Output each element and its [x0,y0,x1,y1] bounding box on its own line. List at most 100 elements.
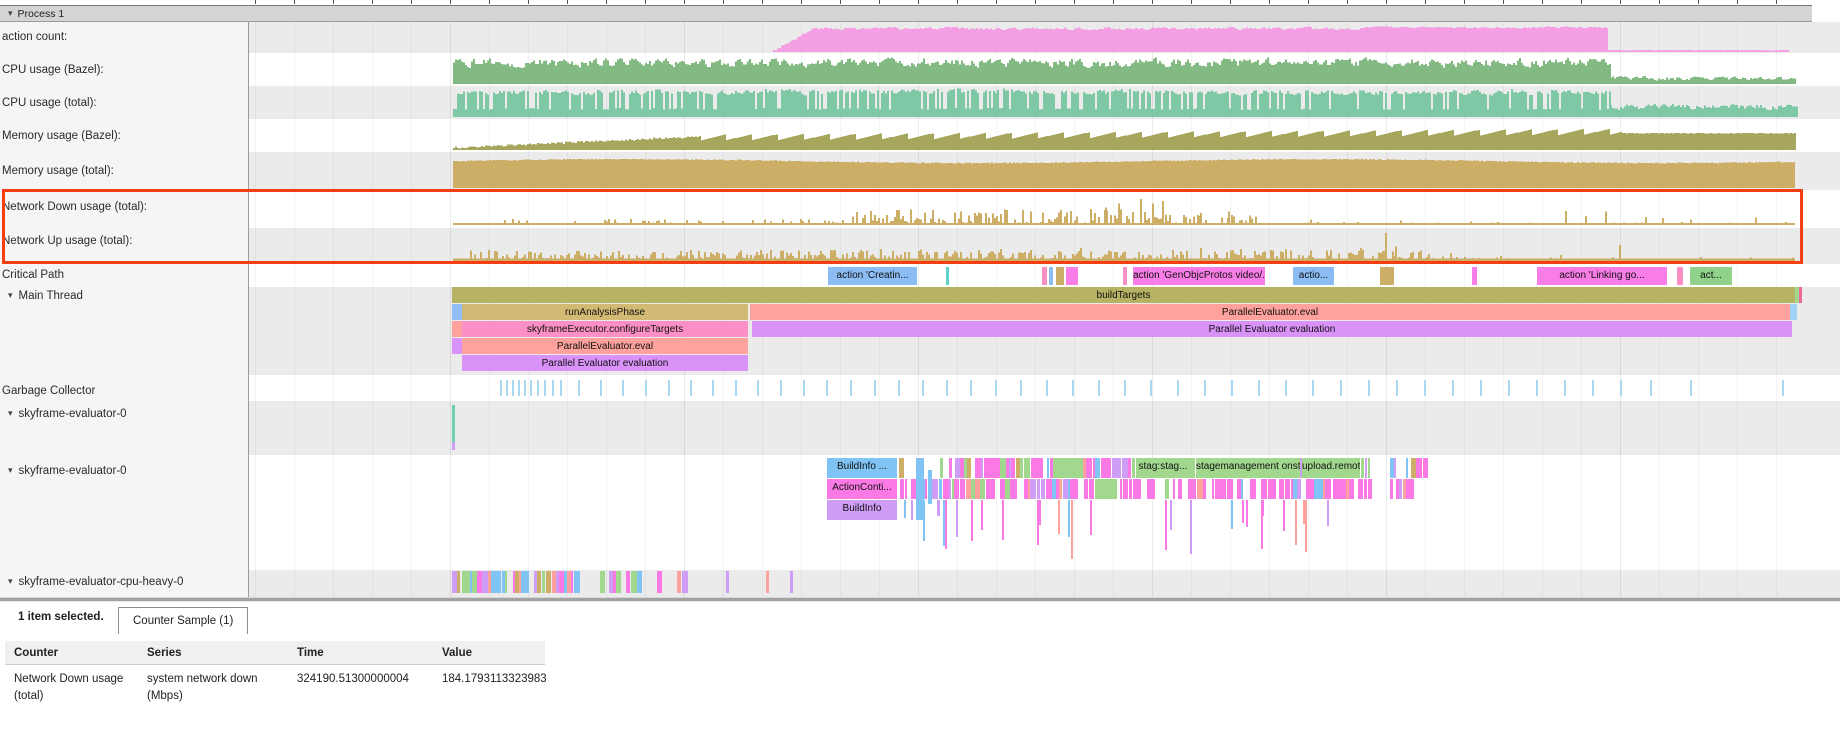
thicket-slice[interactable] [991,479,995,499]
thicket-slice[interactable] [1178,479,1182,499]
skyframe-slice[interactable]: BuildInfo ... [827,458,897,478]
gc-tick[interactable] [1368,380,1370,396]
main-thread-slice[interactable] [452,321,462,337]
track-header-skyframe-0a[interactable]: ▾skyframe-evaluator-0 [8,406,127,421]
thicket-slice[interactable] [932,479,938,499]
gc-tick[interactable] [898,380,900,396]
thicket-slice[interactable] [1084,479,1088,499]
gc-tick[interactable] [1396,380,1398,396]
thicket-slice[interactable] [1394,458,1396,478]
thicket-slice[interactable] [1390,479,1393,499]
thicket-slice[interactable] [546,571,551,593]
thicket-slice[interactable] [1014,479,1017,499]
skyframe-slice[interactable] [452,442,455,450]
skyframe-slice[interactable] [1095,479,1113,499]
thicket-slice[interactable] [967,458,971,478]
gc-tick[interactable] [690,380,692,396]
thicket-slice[interactable] [574,571,580,593]
thicket-slice[interactable] [1358,479,1363,499]
main-thread-slice[interactable]: ParallelEvaluator.eval [462,338,748,354]
main-thread-slice[interactable]: ParallelEvaluator.eval [750,304,1790,320]
gc-tick[interactable] [712,380,714,396]
thicket-slice[interactable] [1212,479,1214,499]
track-header-main-thread[interactable]: ▾Main Thread [8,288,83,303]
collapse-arrow-icon[interactable]: ▾ [8,574,13,588]
dropline[interactable] [1261,500,1263,549]
thicket-slice[interactable] [900,479,904,499]
tab-counter-sample[interactable]: Counter Sample (1) [118,607,248,634]
thicket-slice[interactable] [981,458,983,478]
thicket-slice[interactable] [1191,479,1196,499]
thicket-slice[interactable] [1203,479,1206,499]
dropline[interactable] [1039,500,1041,525]
thicket-slice[interactable] [1030,479,1036,499]
main-thread-slice[interactable] [452,338,462,354]
thicket-slice[interactable] [1089,479,1094,499]
gc-tick[interactable] [803,380,805,396]
critical-path-slice[interactable]: action 'Linking go... [1537,267,1667,285]
thicket-slice[interactable] [626,571,630,593]
thicket-slice[interactable] [1165,479,1169,499]
thicket-slice[interactable] [571,571,573,593]
gc-tick[interactable] [500,380,502,396]
gc-tick[interactable] [735,380,737,396]
thicket-slice[interactable] [1024,458,1030,478]
gc-tick[interactable] [780,380,782,396]
track-header-cpu-heavy[interactable]: ▾skyframe-evaluator-cpu-heavy-0 [8,574,183,589]
thicket-slice[interactable] [1352,479,1354,499]
skyframe-slice[interactable] [937,500,940,516]
gc-tick[interactable] [512,380,514,396]
dropline[interactable] [923,500,925,541]
gc-tick[interactable] [1046,380,1048,396]
thicket-slice[interactable] [1368,479,1372,499]
gc-tick[interactable] [668,380,670,396]
main-thread-slice[interactable]: Parallel Evaluator evaluation [462,355,748,371]
gc-tick[interactable] [1204,380,1206,396]
thicket-slice[interactable] [677,571,681,593]
thicket-slice[interactable] [1279,479,1284,499]
thicket-slice[interactable] [525,571,529,593]
panel-separator[interactable] [0,597,1840,602]
gc-tick[interactable] [1098,380,1100,396]
skyframe-slice[interactable]: upload.remot... [1302,458,1360,478]
dropline[interactable] [1058,500,1060,534]
thicket-slice[interactable] [657,571,662,593]
dropline[interactable] [971,500,973,541]
gc-tick[interactable] [1312,380,1314,396]
thicket-slice[interactable] [1129,479,1132,499]
gc-tick[interactable] [1620,380,1622,396]
thicket-slice[interactable] [495,571,501,593]
thicket-slice[interactable] [1263,479,1267,499]
gc-tick[interactable] [622,380,624,396]
gc-tick[interactable] [600,380,602,396]
dropline[interactable] [1068,500,1070,537]
thicket-slice[interactable] [1011,458,1015,478]
gc-tick[interactable] [850,380,852,396]
thicket-slice[interactable] [1047,458,1049,478]
main-thread-slice[interactable]: Parallel Evaluator evaluation [752,321,1792,337]
gc-tick[interactable] [524,380,526,396]
critical-path-slice[interactable]: action 'Creatin... [828,267,917,285]
gc-tick[interactable] [552,380,554,396]
skyframe-slice[interactable] [1053,458,1083,478]
thicket-slice[interactable] [1250,479,1256,499]
skyframe-slice[interactable]: stag:stag... [1136,458,1190,478]
critical-path-slice[interactable] [1049,267,1053,285]
thicket-slice[interactable] [1406,458,1408,478]
thicket-slice[interactable] [766,571,769,593]
collapse-arrow-icon[interactable]: ▾ [8,406,13,420]
dropline[interactable] [1295,500,1297,545]
skyframe-slice[interactable]: BuildInfo [827,500,897,520]
gc-tick[interactable] [1782,380,1784,396]
thicket-slice[interactable] [726,571,729,593]
gc-tick[interactable] [1592,380,1594,396]
thicket-slice[interactable] [637,571,642,593]
thicket-slice[interactable] [1153,479,1155,499]
thicket-slice[interactable] [1128,458,1131,478]
critical-path-slice[interactable] [1472,267,1477,285]
gc-tick[interactable] [560,380,562,396]
gc-tick[interactable] [1340,380,1342,396]
dropline[interactable] [1090,500,1092,535]
critical-path-slice[interactable] [946,267,949,285]
skyframe-slice[interactable]: ActionConti... [827,479,897,499]
